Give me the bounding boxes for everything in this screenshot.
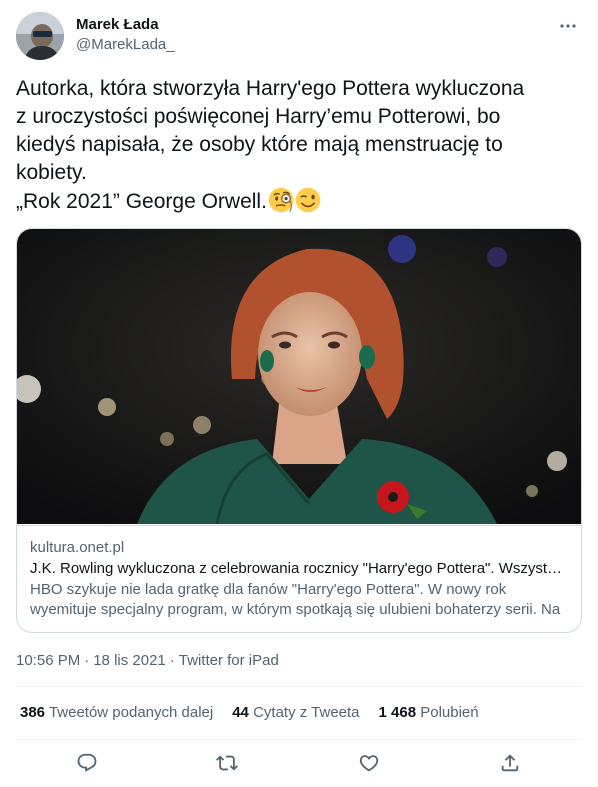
tweet-stats: 386 Tweetów podanych dalej 44 Cytaty z T… bbox=[20, 703, 498, 723]
avatar[interactable] bbox=[16, 12, 64, 60]
tweet-time[interactable]: 10:56 PM bbox=[16, 652, 80, 669]
card-description: HBO szykuje nie lada gratkę dla fanów "H… bbox=[30, 580, 568, 620]
likes-count: 1 468 bbox=[378, 704, 417, 721]
winking-face-emoji bbox=[295, 187, 321, 213]
card-title: J.K. Rowling wykluczona z celebrowania r… bbox=[30, 560, 568, 577]
retweets-label: Tweetów podanych dalej bbox=[48, 704, 214, 721]
quotes-label: Cytaty z Tweeta bbox=[253, 704, 360, 721]
author-handle[interactable]: @MarekLada_ bbox=[76, 35, 175, 55]
card-description-line: HBO szykuje nie lada gratkę dla fanów "H… bbox=[30, 581, 507, 598]
author-display-name[interactable]: Marek Łada bbox=[76, 15, 175, 35]
retweets-stat[interactable]: 386 Tweetów podanych dalej bbox=[20, 703, 213, 723]
reply-icon bbox=[77, 753, 97, 772]
tweet-text-line: kiedyś napisała, że osoby które mają men… bbox=[16, 133, 503, 156]
tweet-text-line: „Rok 2021” George Orwell. bbox=[16, 190, 267, 213]
retweets-count: 386 bbox=[20, 704, 46, 721]
like-button[interactable] bbox=[358, 752, 382, 776]
tweet-text-line: z uroczystości poświęconej Harry’emu Pot… bbox=[16, 105, 501, 128]
card-meta: kultura.onet.pl J.K. Rowling wykluczona … bbox=[17, 525, 581, 620]
divider bbox=[16, 739, 582, 740]
card-domain: kultura.onet.pl bbox=[30, 539, 125, 556]
separator: · bbox=[169, 652, 175, 669]
tweet-text: Autorka, która stworzyła Harry'ego Potte… bbox=[16, 75, 586, 216]
retweet-button[interactable] bbox=[216, 752, 240, 776]
tweet-timestamp: 10:56 PM · 18 lis 2021 · Twitter for iPad bbox=[16, 651, 279, 671]
tweet-date[interactable]: 18 lis 2021 bbox=[93, 652, 166, 669]
avatar-icon bbox=[16, 12, 64, 60]
likes-stat[interactable]: 1 468 Polubień bbox=[379, 703, 479, 723]
likes-label: Polubień bbox=[420, 704, 479, 721]
author-names: Marek Łada @MarekLada_ bbox=[76, 15, 175, 55]
tweet-header: Marek Łada @MarekLada_ bbox=[16, 12, 582, 60]
divider bbox=[16, 686, 582, 687]
like-icon bbox=[359, 755, 379, 772]
tweet-source[interactable]: Twitter for iPad bbox=[179, 652, 279, 669]
card-description-line: wyemituje specjalny program, w którym sp… bbox=[30, 601, 561, 618]
separator: · bbox=[84, 652, 90, 669]
tweet-text-line: Autorka, która stworzyła Harry'ego Potte… bbox=[16, 77, 525, 100]
tweet-text-line: kobiety. bbox=[16, 161, 87, 184]
monocle-face-emoji bbox=[268, 187, 294, 213]
tweet-actions bbox=[0, 744, 598, 784]
quotes-stat[interactable]: 44 Cytaty z Tweeta bbox=[232, 703, 359, 723]
share-icon bbox=[501, 754, 519, 772]
reply-button[interactable] bbox=[76, 752, 100, 776]
quotes-count: 44 bbox=[232, 704, 249, 721]
tweet-text-last-line: „Rok 2021” George Orwell. bbox=[16, 187, 586, 216]
retweet-icon bbox=[216, 755, 238, 771]
article-image bbox=[17, 229, 581, 524]
more-options-button[interactable] bbox=[558, 16, 578, 36]
more-icon bbox=[560, 24, 576, 28]
link-preview-card[interactable]: kultura.onet.pl J.K. Rowling wykluczona … bbox=[16, 228, 582, 633]
share-button[interactable] bbox=[499, 752, 523, 776]
